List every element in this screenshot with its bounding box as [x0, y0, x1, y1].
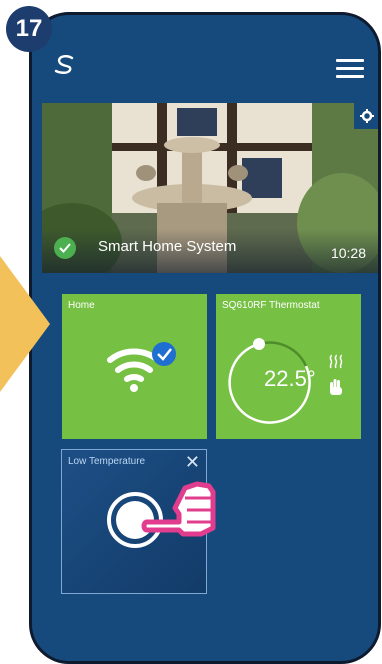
- home-tile-label: Home: [68, 300, 95, 311]
- phone-screen: Smart Home System 10:28 Home SQ610RF The…: [29, 12, 381, 664]
- salus-logo-icon[interactable]: [52, 55, 78, 75]
- scene-tile[interactable]: Low Temperature ✕: [61, 449, 216, 594]
- pointer-arrow: [0, 256, 50, 392]
- close-icon[interactable]: ✕: [185, 453, 200, 471]
- wifi-connected-icon: [107, 342, 176, 392]
- gear-icon[interactable]: [354, 103, 378, 129]
- thermostat-tile[interactable]: SQ610RF Thermostat 22.5°: [216, 294, 361, 439]
- home-tile[interactable]: Home: [62, 294, 207, 439]
- thermostat-tile-label: SQ610RF Thermostat: [222, 300, 320, 311]
- manual-hand-icon: [330, 379, 342, 395]
- hero-title: Smart Home System: [98, 238, 237, 255]
- thermostat-temperature: 22.5°: [264, 366, 316, 391]
- step-number-badge: 17: [6, 6, 52, 52]
- step-number: 17: [15, 15, 43, 42]
- check-circle-icon: [54, 237, 76, 259]
- hero-time: 10:28: [330, 245, 366, 261]
- heat-waves-icon: [329, 354, 343, 369]
- hamburger-menu-icon[interactable]: [336, 59, 364, 79]
- hero-banner[interactable]: Smart Home System 10:28: [42, 103, 378, 273]
- tap-hand-icon: [141, 481, 216, 537]
- scene-tile-label: Low Temperature: [68, 456, 146, 467]
- top-bar: [32, 15, 378, 95]
